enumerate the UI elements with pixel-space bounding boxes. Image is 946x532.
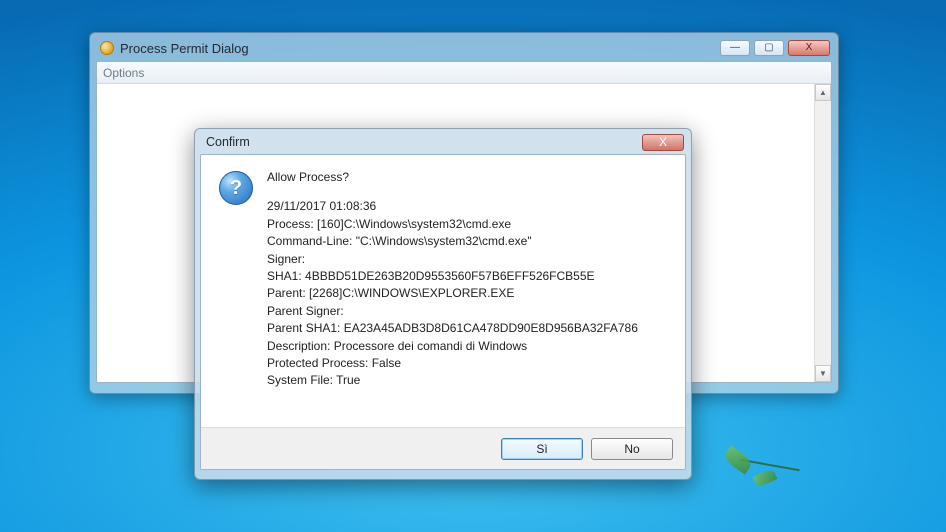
wallpaper-leaf — [722, 445, 754, 474]
line-parent-signer: Parent Signer: — [267, 303, 667, 320]
dialog-titlebar[interactable]: Confirm X — [200, 134, 686, 154]
close-button[interactable]: X — [642, 134, 684, 151]
line-description: Description: Processore dei comandi di W… — [267, 338, 667, 355]
no-button[interactable]: No — [591, 438, 673, 460]
line-parent: Parent: [2268]C:\WINDOWS\EXPLORER.EXE — [267, 285, 667, 302]
window-title: Process Permit Dialog — [120, 41, 716, 56]
close-button[interactable]: X — [788, 40, 830, 56]
line-commandline: Command-Line: "C:\Windows\system32\cmd.e… — [267, 233, 667, 250]
yes-button[interactable]: Sì — [501, 438, 583, 460]
line-timestamp: 29/11/2017 01:08:36 — [267, 198, 667, 215]
confirm-dialog: Confirm X Allow Process? 29/11/2017 01:0… — [194, 128, 692, 480]
line-protected: Protected Process: False — [267, 355, 667, 372]
app-icon — [100, 41, 114, 55]
line-process: Process: [160]C:\Windows\system32\cmd.ex… — [267, 216, 667, 233]
question-icon — [219, 171, 253, 205]
dialog-client-area: Allow Process? 29/11/2017 01:08:36 Proce… — [200, 154, 686, 470]
dialog-heading: Allow Process? — [267, 169, 667, 186]
line-system-file: System File: True — [267, 372, 667, 389]
scroll-up-button[interactable]: ▲ — [815, 84, 831, 101]
wallpaper-leaf — [752, 468, 777, 488]
dialog-footer: Sì No — [201, 427, 685, 469]
dialog-message: Allow Process? 29/11/2017 01:08:36 Proce… — [267, 169, 667, 421]
dialog-body: Allow Process? 29/11/2017 01:08:36 Proce… — [201, 155, 685, 427]
line-signer: Signer: — [267, 251, 667, 268]
scroll-track[interactable] — [815, 101, 831, 365]
line-parent-sha1: Parent SHA1: EA23A45ADB3D8D61CA478DD90E8… — [267, 320, 667, 337]
menubar: Options — [97, 62, 831, 84]
line-sha1: SHA1: 4BBBD51DE263B20D9553560F57B6EFF526… — [267, 268, 667, 285]
menu-options[interactable]: Options — [103, 66, 144, 80]
scroll-down-button[interactable]: ▼ — [815, 365, 831, 382]
minimize-button[interactable]: — — [720, 40, 750, 56]
maximize-button[interactable]: ▢ — [754, 40, 784, 56]
dialog-title: Confirm — [206, 135, 642, 149]
titlebar[interactable]: Process Permit Dialog — ▢ X — [96, 39, 832, 61]
vertical-scrollbar[interactable]: ▲ ▼ — [814, 84, 831, 382]
